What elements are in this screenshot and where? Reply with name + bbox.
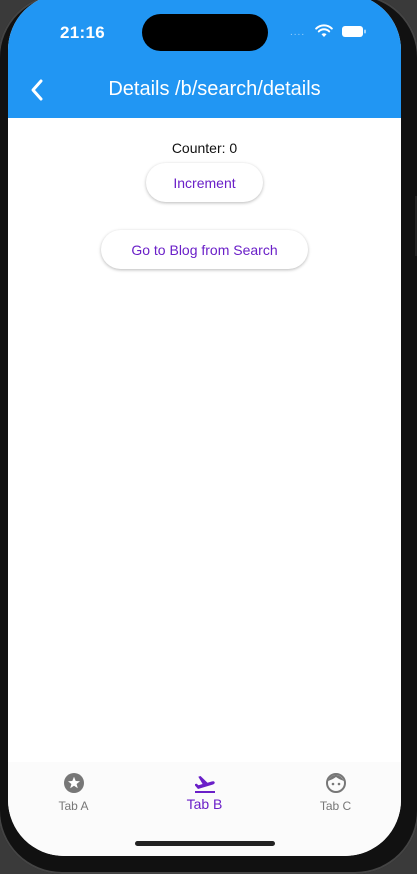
tab-c[interactable]: Tab C xyxy=(270,762,401,822)
home-indicator[interactable] xyxy=(135,841,275,846)
app-bar: 21:16 .... Details /b/search/details xyxy=(8,0,401,118)
app-screen: 21:16 .... Details /b/search/details Cou… xyxy=(8,0,401,856)
signal-indicator: .... xyxy=(290,27,306,38)
status-time: 21:16 xyxy=(60,23,105,42)
tab-a[interactable]: Tab A xyxy=(8,762,139,822)
dynamic-island xyxy=(142,14,268,51)
go-to-blog-button[interactable]: Go to Blog from Search xyxy=(101,230,308,269)
page-title: Details /b/search/details xyxy=(108,78,321,100)
tab-b-label: Tab B xyxy=(186,796,223,812)
device-frame: 21:16 .... Details /b/search/details Cou… xyxy=(0,0,417,874)
increment-button[interactable]: Increment xyxy=(146,163,263,202)
flight-takeoff-icon xyxy=(194,776,215,793)
star-circle-icon xyxy=(63,773,84,793)
face-icon xyxy=(325,773,346,793)
battery-icon xyxy=(342,26,366,37)
tab-c-label: Tab C xyxy=(319,799,352,813)
tab-b[interactable]: Tab B xyxy=(139,762,270,822)
counter-text: Counter: 0 xyxy=(171,140,238,156)
wifi-icon xyxy=(315,24,333,37)
tab-a-label: Tab A xyxy=(58,799,89,813)
